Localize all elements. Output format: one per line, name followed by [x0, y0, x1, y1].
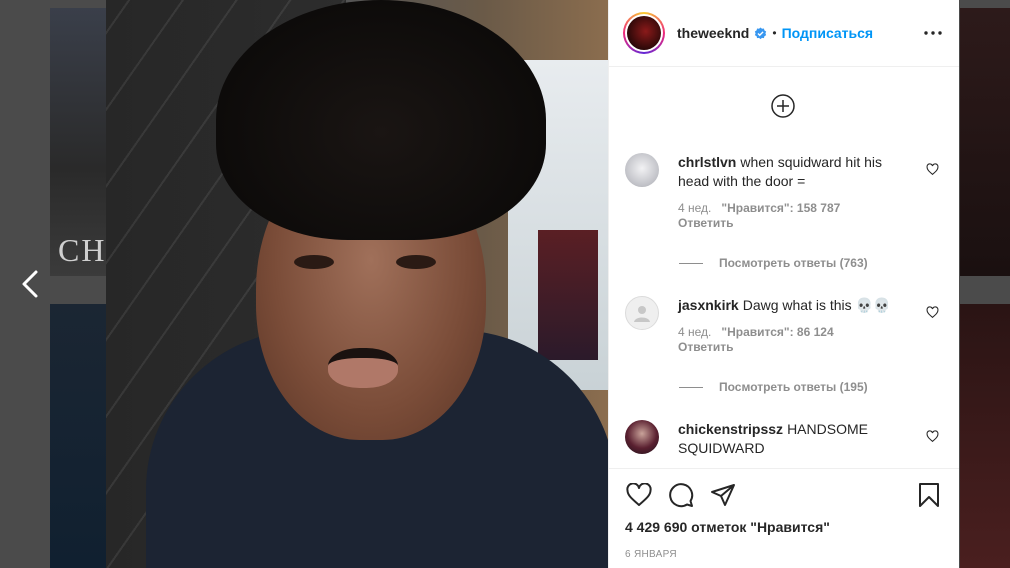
comment-icon — [669, 483, 694, 508]
view-replies-label: Посмотреть ответы (195) — [719, 380, 868, 394]
feed-thumbnail — [960, 304, 1010, 568]
feed-thumbnail — [960, 8, 1010, 276]
heart-icon[interactable] — [926, 163, 939, 176]
author-avatar[interactable] — [623, 12, 665, 54]
like-button[interactable] — [625, 481, 653, 509]
comment-likes[interactable]: "Нравится": 86 124 — [721, 325, 833, 339]
previous-post-button[interactable] — [14, 264, 48, 304]
save-button[interactable] — [915, 481, 943, 509]
view-replies-button[interactable]: Посмотреть ответы (195) — [679, 380, 868, 394]
more-options-icon — [924, 31, 942, 35]
post-header: theweeknd • Подписаться — [609, 0, 959, 67]
reply-button[interactable]: Ответить — [678, 340, 893, 355]
heart-icon[interactable] — [926, 306, 939, 319]
share-button[interactable] — [709, 481, 737, 509]
heart-icon — [626, 483, 652, 506]
bookmark-icon — [919, 483, 939, 507]
comment-age[interactable]: 4 нед. — [678, 201, 711, 215]
follow-button[interactable]: Подписаться — [782, 25, 874, 41]
comment-username[interactable]: chickenstripssz — [678, 421, 783, 437]
separator-dot: • — [772, 26, 777, 40]
author-username[interactable]: theweeknd — [677, 25, 749, 41]
post-side-panel: theweeknd • Подписаться chrlstlvn when sq… — [608, 0, 959, 568]
chevron-left-icon — [22, 270, 38, 298]
comment-text: Dawg what is this 💀💀 — [742, 297, 891, 313]
verified-badge-icon — [755, 26, 767, 39]
comment-item: jasxnkirk Dawg what is this 💀💀 4 нед. "Нра… — [625, 296, 945, 355]
heart-icon[interactable] — [926, 430, 939, 443]
comment-item: chickenstripssz HANDSOME SQUIDWARD — [625, 420, 945, 458]
view-replies-button[interactable]: Посмотреть ответы (763) — [679, 256, 868, 270]
thumbnail-logo-lettering: CH — [58, 232, 107, 268]
post-modal: theweeknd • Подписаться chrlstlvn when sq… — [106, 0, 959, 568]
comments-list[interactable]: chrlstlvn when squidward hit his head wit… — [609, 67, 959, 468]
post-actions: 4 429 690 отметок "Нравится" 6 января — [609, 468, 959, 568]
comment-avatar[interactable] — [625, 296, 659, 330]
post-date: 6 января — [625, 549, 677, 560]
likes-count[interactable]: 4 429 690 отметок "Нравится" — [625, 519, 943, 535]
paper-plane-icon — [711, 484, 735, 506]
reply-button[interactable]: Ответить — [678, 216, 893, 231]
feed-thumbnail — [50, 304, 108, 568]
comment-username[interactable]: chrlstlvn — [678, 154, 736, 170]
comment-button[interactable] — [667, 481, 695, 509]
view-replies-label: Посмотреть ответы (763) — [719, 256, 868, 270]
post-photo — [106, 0, 608, 568]
comment-likes[interactable]: "Нравится": 158 787 — [721, 201, 840, 215]
comment-avatar[interactable] — [625, 420, 659, 454]
comment-age[interactable]: 4 нед. — [678, 325, 711, 339]
comment-item: chrlstlvn when squidward hit his head wit… — [625, 153, 945, 231]
comment-username[interactable]: jasxnkirk — [678, 297, 739, 313]
load-more-comments-icon[interactable] — [771, 94, 795, 118]
more-options-button[interactable] — [923, 23, 943, 43]
comment-avatar[interactable] — [625, 153, 659, 187]
